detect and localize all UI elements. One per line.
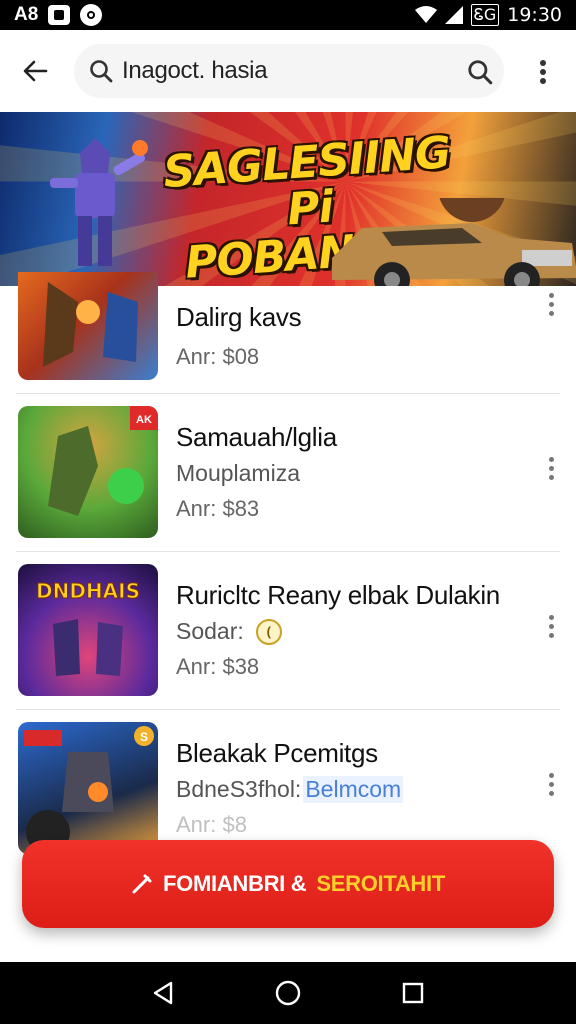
search-action-button[interactable]: [462, 54, 498, 90]
app-subtitle: Mouplamiza: [176, 460, 300, 487]
back-button[interactable]: [14, 50, 56, 92]
top-app-bar: Inagoct. hasia: [0, 30, 576, 112]
triangle-back-icon: [153, 981, 172, 1005]
thumbnail-art: S: [24, 726, 154, 854]
thumbnail-badge: S: [140, 730, 148, 744]
status-right-icons: ᏋG 19:30: [414, 4, 562, 26]
clock: 19:30: [507, 4, 562, 26]
arrow-back-icon: [23, 60, 48, 82]
primary-action-button[interactable]: FOMIANBRI & SEROITAHIT: [22, 840, 554, 928]
square-recents-icon: [403, 982, 424, 1004]
thumbnail-art: [43, 282, 138, 367]
item-overflow-button[interactable]: [542, 608, 560, 644]
item-overflow-button[interactable]: [542, 286, 560, 322]
thumbnail-art: DNDHAIS: [35, 579, 141, 676]
notification-icon: [48, 5, 71, 25]
banner-hero-illustration: [50, 138, 148, 266]
thumbnail-logo-text: DNDHAIS: [36, 579, 140, 603]
promo-banner[interactable]: SAGLESIING Pi POBANGA!: [0, 112, 576, 286]
notification-circle-icon: [80, 4, 103, 26]
signal-icon: [444, 6, 463, 24]
thumbnail-art: AK: [48, 406, 158, 516]
nav-home-button[interactable]: [266, 971, 310, 1015]
app-price: Anr: $38: [176, 654, 260, 679]
search-icon: [468, 60, 493, 85]
primary-action-label: FOMIANBRI &: [163, 871, 307, 896]
status-left-icons: A8: [14, 4, 103, 26]
primary-action-label-highlight: SEROITAHIT: [316, 871, 445, 896]
app-title: Ruricltc Reany elbak Dulakin: [176, 580, 500, 610]
search-query: Inagoct. hasia: [122, 57, 268, 84]
app-thumbnail: DNDHAIS: [18, 564, 158, 696]
rating-badge-icon: (: [255, 618, 282, 645]
app-subtitle: BdneS3fhol: Belmcom: [176, 776, 404, 803]
thumbnail-badge: AK: [136, 414, 152, 426]
list-item[interactable]: AK Samauah/lglia Mouplamiza Anr: $83: [16, 394, 560, 552]
search-field[interactable]: Inagoct. hasia: [74, 44, 504, 98]
app-title: Dalirg kavs: [176, 302, 302, 332]
status-bar: A8 ᏋG 19:30: [0, 0, 576, 30]
more-vert-icon: [540, 60, 546, 84]
status-text: A8: [14, 4, 39, 25]
app-developer-link[interactable]: Belmcom: [303, 776, 404, 803]
nav-back-button[interactable]: [141, 971, 185, 1015]
app-title: Bleakak Pcemitgs: [176, 738, 378, 768]
app-developer: Mouplamiza: [176, 460, 300, 486]
wifi-icon: [414, 6, 437, 23]
circle-home-icon: [275, 980, 301, 1006]
app-title: Samauah/lglia: [176, 422, 337, 452]
app-thumbnail: [18, 272, 158, 380]
app-developer: BdneS3fhol:: [176, 776, 302, 802]
app-price: Anr: $83: [176, 496, 260, 521]
banner-truck-illustration: [332, 198, 576, 286]
app-list: Dalirg kavs Anr: $08 AK Samauah/lglia Mo…: [0, 272, 576, 868]
app-thumbnail: S: [18, 722, 158, 854]
item-overflow-button[interactable]: [542, 766, 560, 802]
app-price: Anr: $08: [176, 344, 260, 369]
list-item[interactable]: DNDHAIS Ruricltc Reany elbak Dulakin Sod…: [16, 552, 560, 710]
item-overflow-button[interactable]: [542, 450, 560, 486]
system-nav-bar: [0, 962, 576, 1024]
app-price: Anr: $8: [176, 812, 247, 837]
app-thumbnail: AK: [18, 406, 158, 538]
list-item[interactable]: Dalirg kavs Anr: $08: [16, 272, 560, 394]
pencil-icon: [132, 874, 152, 894]
app-subtitle: Sodar: (: [176, 618, 282, 645]
battery-icon: ᏋG: [470, 4, 500, 26]
nav-recents-button[interactable]: [391, 971, 435, 1015]
search-icon: [90, 60, 113, 83]
overflow-menu-button[interactable]: [528, 54, 558, 90]
app-developer: Sodar:: [176, 618, 244, 644]
